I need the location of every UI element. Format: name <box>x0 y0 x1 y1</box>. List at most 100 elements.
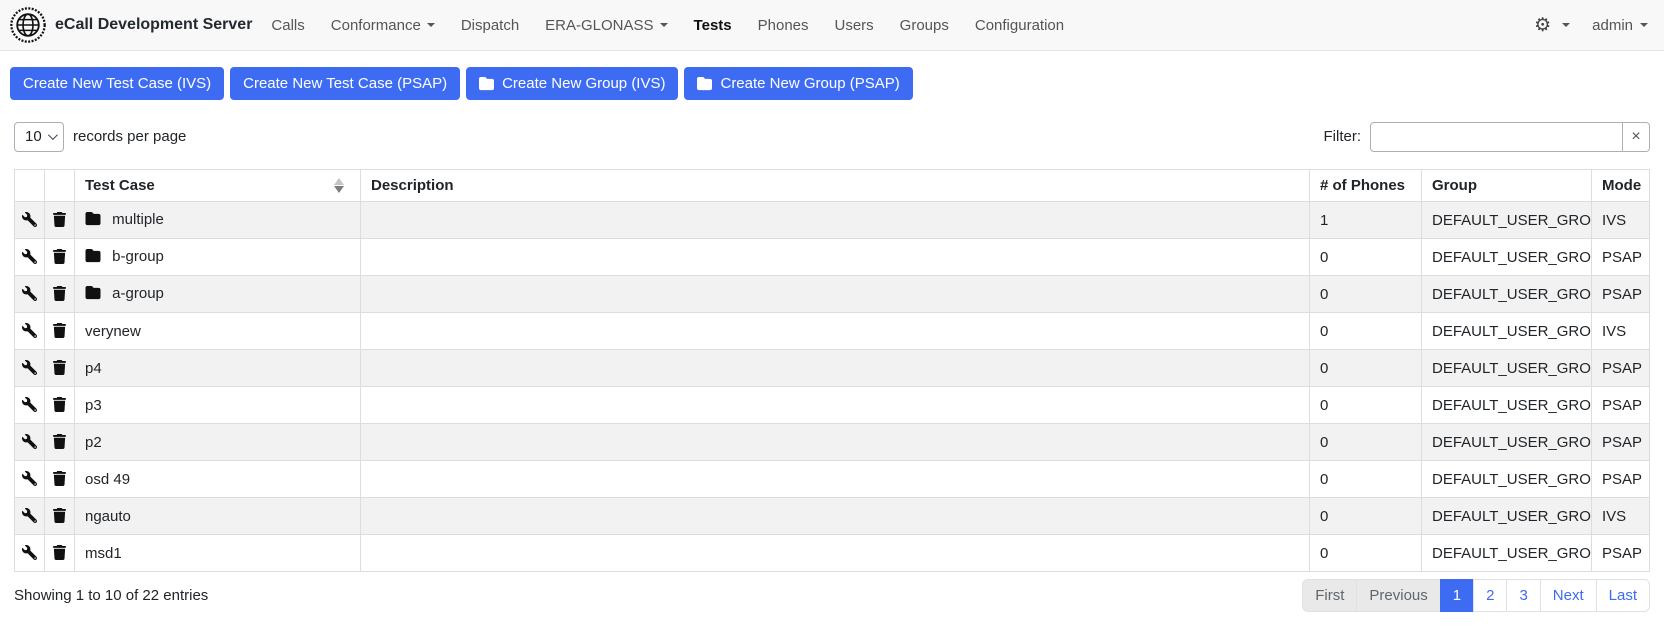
settings-dropdown[interactable]: ⚙ <box>1534 16 1570 35</box>
caret-down-icon <box>1640 23 1648 27</box>
create-toolbar: Create New Test Case (IVS) Create New Te… <box>10 67 1654 100</box>
wrench-icon[interactable] <box>22 210 38 226</box>
header-edit-column <box>15 170 45 202</box>
wrench-icon[interactable] <box>22 395 38 411</box>
table-row: msd1 0 DEFAULT_USER_GROUP PSAP <box>15 535 1650 572</box>
wrench-icon[interactable] <box>22 321 38 337</box>
description-cell <box>361 313 1310 350</box>
wrench-icon[interactable] <box>22 247 38 263</box>
pagination-next[interactable]: Next <box>1540 579 1597 612</box>
create-button-label: Create New Test Case (IVS) <box>23 75 211 92</box>
num-phones-cell: 0 <box>1310 498 1422 535</box>
nav-item-calls[interactable]: Calls <box>258 11 317 40</box>
table-row: a-group 0 DEFAULT_USER_GROUP PSAP <box>15 276 1650 313</box>
caret-down-icon <box>427 23 435 27</box>
wrench-icon[interactable] <box>22 284 38 300</box>
header-test-case[interactable]: Test Case <box>75 170 361 202</box>
username: admin <box>1592 17 1633 34</box>
group-cell: DEFAULT_USER_GROUP <box>1422 202 1592 239</box>
pagination-2[interactable]: 2 <box>1473 579 1507 612</box>
trash-icon[interactable] <box>52 284 68 300</box>
nav-item-tests[interactable]: Tests <box>681 11 745 40</box>
description-cell <box>361 535 1310 572</box>
showing-entries-text: Showing 1 to 10 of 22 entries <box>14 587 208 604</box>
mode-cell: PSAP <box>1592 276 1650 313</box>
trash-icon[interactable] <box>52 210 68 226</box>
mode-cell: PSAP <box>1592 387 1650 424</box>
mode-cell: PSAP <box>1592 535 1650 572</box>
filter-group: Filter: × <box>1324 122 1651 152</box>
test-case-name: multiple <box>112 211 164 228</box>
folder-icon <box>697 76 712 91</box>
wrench-icon[interactable] <box>22 469 38 485</box>
test-case-name: p3 <box>85 397 102 414</box>
mode-cell: PSAP <box>1592 424 1650 461</box>
trash-icon[interactable] <box>52 469 68 485</box>
trash-icon[interactable] <box>52 358 68 374</box>
filter-clear-button[interactable]: × <box>1623 122 1650 152</box>
globe-logo <box>10 7 46 43</box>
top-navbar: eCall Development Server Calls Conforman… <box>0 0 1664 51</box>
nav-item-dispatch[interactable]: Dispatch <box>448 11 532 40</box>
create-button-label: Create New Group (IVS) <box>502 75 665 92</box>
description-cell <box>361 202 1310 239</box>
pagination-1[interactable]: 1 <box>1440 579 1474 612</box>
header-num-phones: # of Phones <box>1310 170 1422 202</box>
description-cell <box>361 276 1310 313</box>
create-button-label: Create New Group (PSAP) <box>720 75 899 92</box>
mode-cell: PSAP <box>1592 350 1650 387</box>
wrench-icon[interactable] <box>22 543 38 559</box>
wrench-icon[interactable] <box>22 432 38 448</box>
create-new-test-case-psap--button[interactable]: Create New Test Case (PSAP) <box>230 67 460 100</box>
nav-item-phones[interactable]: Phones <box>745 11 822 40</box>
table-header-row: Test Case Description # of Phones Group … <box>15 170 1650 202</box>
folder-icon <box>85 211 101 230</box>
test-case-table-wrap: Test Case Description # of Phones Group … <box>14 169 1650 572</box>
num-phones-cell: 0 <box>1310 350 1422 387</box>
pagination-previous[interactable]: Previous <box>1356 579 1440 612</box>
page-size-value: 10 <box>25 128 42 145</box>
nav-item-conformance[interactable]: Conformance <box>318 11 448 40</box>
records-per-page-label: records per page <box>73 128 186 145</box>
filter-label: Filter: <box>1324 128 1362 145</box>
trash-icon[interactable] <box>52 247 68 263</box>
table-row: p3 0 DEFAULT_USER_GROUP PSAP <box>15 387 1650 424</box>
nav-item-label: Phones <box>758 17 809 34</box>
table-row: osd 49 0 DEFAULT_USER_GROUP PSAP <box>15 461 1650 498</box>
table-row: b-group 0 DEFAULT_USER_GROUP PSAP <box>15 239 1650 276</box>
pagination-first[interactable]: First <box>1302 579 1357 612</box>
create-new-test-case-ivs--button[interactable]: Create New Test Case (IVS) <box>10 67 224 100</box>
create-new-group-psap--button[interactable]: Create New Group (PSAP) <box>684 67 912 100</box>
nav-item-configuration[interactable]: Configuration <box>962 11 1077 40</box>
trash-icon[interactable] <box>52 506 68 522</box>
page-size-select[interactable]: 10 <box>14 122 64 152</box>
pagination: First Previous 1 2 3 Next Last <box>1302 579 1650 612</box>
trash-icon[interactable] <box>52 543 68 559</box>
nav-item-label: Tests <box>694 17 732 34</box>
nav-item-label: Groups <box>900 17 949 34</box>
pagination-last[interactable]: Last <box>1596 579 1650 612</box>
caret-down-icon <box>1562 23 1570 27</box>
mode-cell: IVS <box>1592 202 1650 239</box>
description-cell <box>361 387 1310 424</box>
nav-items: Calls Conformance Dispatch ERA-GLONASS T… <box>258 11 1077 40</box>
nav-item-users[interactable]: Users <box>822 11 887 40</box>
trash-icon[interactable] <box>52 432 68 448</box>
trash-icon[interactable] <box>52 321 68 337</box>
header-delete-column <box>45 170 75 202</box>
nav-item-era-glonass[interactable]: ERA-GLONASS <box>532 11 680 40</box>
gear-icon: ⚙ <box>1534 16 1551 35</box>
wrench-icon[interactable] <box>22 506 38 522</box>
brand[interactable]: eCall Development Server <box>10 7 252 43</box>
mode-cell: IVS <box>1592 313 1650 350</box>
test-case-name: msd1 <box>85 545 122 562</box>
user-dropdown[interactable]: admin <box>1592 17 1648 34</box>
trash-icon[interactable] <box>52 395 68 411</box>
wrench-icon[interactable] <box>22 358 38 374</box>
pagination-3[interactable]: 3 <box>1506 579 1540 612</box>
table-row: p4 0 DEFAULT_USER_GROUP PSAP <box>15 350 1650 387</box>
create-new-group-ivs--button[interactable]: Create New Group (IVS) <box>466 67 678 100</box>
nav-item-groups[interactable]: Groups <box>887 11 962 40</box>
filter-input[interactable] <box>1370 122 1623 152</box>
table-row: verynew 0 DEFAULT_USER_GROUP IVS <box>15 313 1650 350</box>
